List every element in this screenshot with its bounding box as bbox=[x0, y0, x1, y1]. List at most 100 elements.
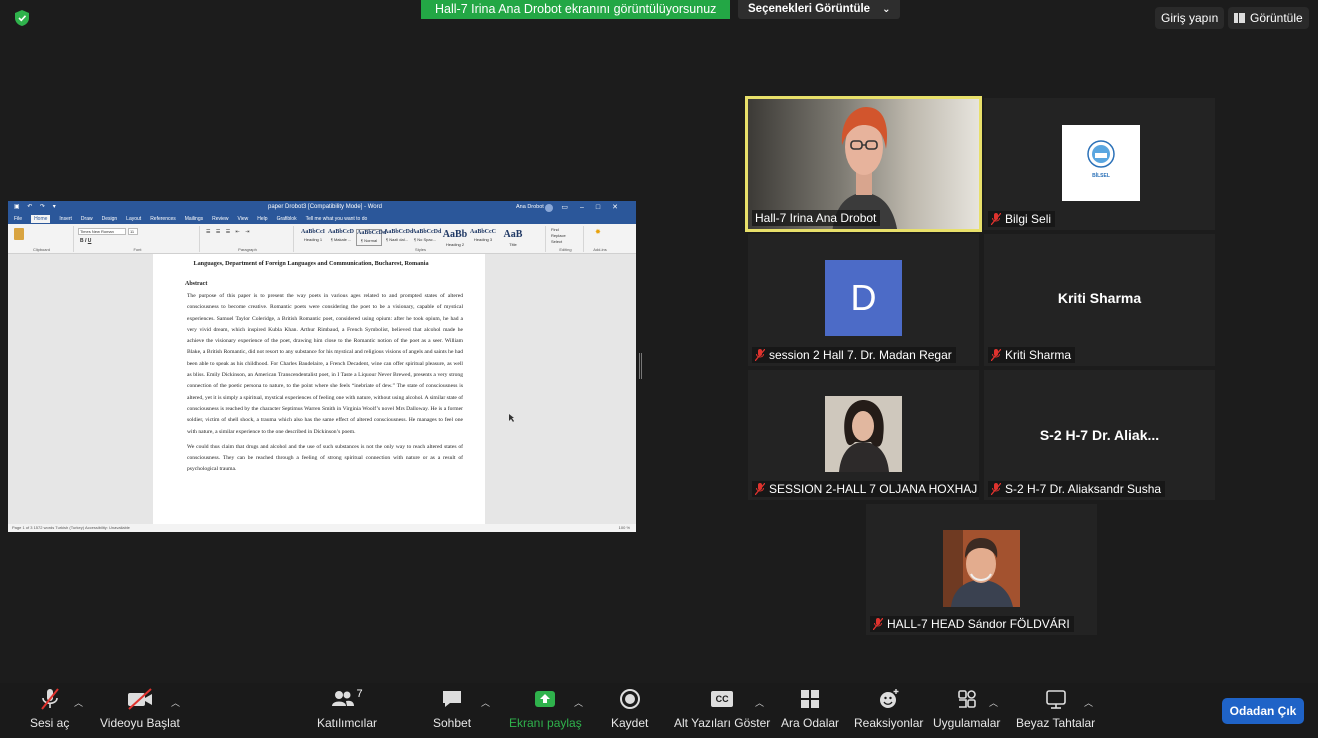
tab-help[interactable]: Help bbox=[257, 216, 267, 222]
participant-tile-bilgi-seli[interactable]: BİLSEL Bilgi Seli bbox=[984, 98, 1215, 230]
share-screen-button[interactable]: Ekranı paylaş bbox=[509, 688, 582, 730]
font-name-select[interactable]: Times New Roman bbox=[78, 228, 126, 235]
participant-name-label: session 2 Hall 7. Dr. Madan Regar bbox=[769, 348, 952, 362]
split-view-divider[interactable] bbox=[639, 353, 642, 379]
shared-screen[interactable]: ▣ ↶ ↷ ▾ paper Drobot3 [Compatibility Mod… bbox=[8, 201, 636, 532]
style-makale[interactable]: AaBbCcD ¶ Makale ... bbox=[328, 229, 354, 246]
participant-tile-kriti-sharma[interactable]: Kriti Sharma Kriti Sharma bbox=[984, 234, 1215, 366]
mouse-cursor-icon bbox=[509, 414, 514, 422]
font-group-label: Font bbox=[133, 247, 142, 252]
style-heading-1[interactable]: AaBbCcI Heading 1 bbox=[300, 229, 326, 246]
sign-in-button[interactable]: Giriş yapın bbox=[1155, 7, 1225, 29]
bold-icon[interactable]: B I U bbox=[80, 238, 91, 244]
participant-photo bbox=[943, 530, 1020, 607]
show-captions-button[interactable]: CC Alt Yazıları Göster bbox=[674, 688, 770, 730]
tab-mailings[interactable]: Mailings bbox=[185, 216, 203, 222]
tab-insert[interactable]: Insert bbox=[59, 216, 72, 222]
reactions-button[interactable]: Reaksiyonlar bbox=[854, 688, 923, 730]
word-ribbon: Clipboard Times New Roman 11 B I U Font … bbox=[8, 224, 636, 254]
participant-photo bbox=[825, 396, 902, 472]
tab-references[interactable]: References bbox=[150, 216, 176, 222]
paste-icon[interactable] bbox=[14, 228, 24, 240]
audio-options-chevron-icon[interactable]: ︿ bbox=[74, 696, 83, 709]
font-size-select[interactable]: 11 bbox=[128, 228, 138, 235]
tab-file[interactable]: File bbox=[14, 216, 22, 222]
muted-mic-icon bbox=[991, 483, 1001, 495]
styles-group-label: Styles bbox=[415, 247, 426, 252]
share-options-chevron-icon[interactable]: ︿ bbox=[574, 696, 583, 709]
tab-review[interactable]: Review bbox=[212, 216, 228, 222]
select-button[interactable]: Select bbox=[551, 239, 566, 245]
participant-name-label: HALL-7 HEAD Sándor FÖLDVÁRI bbox=[887, 617, 1070, 631]
tell-me-search[interactable]: Tell me what you want to do bbox=[306, 216, 368, 222]
chat-label: Sohbet bbox=[433, 716, 472, 730]
style-no-spacing[interactable]: AaBbCcDd ¶ No Spac... bbox=[412, 229, 441, 246]
apps-options-chevron-icon[interactable]: ︿ bbox=[989, 696, 998, 709]
zoom-level[interactable]: 100 % bbox=[619, 524, 630, 532]
style-heading-2[interactable]: AaBb Heading 2 bbox=[442, 229, 468, 247]
leave-meeting-button[interactable]: Odadan Çık bbox=[1222, 698, 1304, 724]
tab-layout[interactable]: Layout bbox=[126, 216, 141, 222]
view-label: Görüntüle bbox=[1250, 11, 1303, 25]
window-controls-icons[interactable]: ▭–□✕ bbox=[561, 201, 630, 214]
vertical-scrollbar[interactable] bbox=[626, 254, 636, 524]
participant-name-tag: HALL-7 HEAD Sándor FÖLDVÁRI bbox=[870, 616, 1074, 632]
style-normal[interactable]: AaBbCcDd ¶ Normal bbox=[356, 229, 386, 246]
tab-design[interactable]: Design bbox=[102, 216, 118, 222]
chat-button[interactable]: Sohbet bbox=[433, 688, 471, 730]
participant-tile-madan-regar[interactable]: D session 2 Hall 7. Dr. Madan Regar bbox=[748, 234, 979, 366]
view-options-button[interactable]: Seçenekleri Görüntüle ⌄ bbox=[738, 0, 901, 19]
style-label: ¶ Nazli dal... bbox=[386, 237, 408, 242]
style-nazli[interactable]: AaBbCcDd ¶ Nazli dal... bbox=[384, 229, 413, 246]
participant-name-label: Kriti Sharma bbox=[1005, 348, 1072, 362]
unmute-button[interactable]: Sesi aç bbox=[30, 688, 69, 730]
tab-view[interactable]: View bbox=[238, 216, 249, 222]
style-label: Heading 1 bbox=[303, 237, 323, 242]
tab-grafiblok[interactable]: Grafiblok bbox=[277, 216, 297, 222]
style-sample: AaBbCcI bbox=[300, 229, 325, 235]
style-title[interactable]: AaB Title bbox=[500, 229, 526, 247]
font-group: Times New Roman 11 B I U Font bbox=[76, 226, 200, 252]
participant-tile-aliaksandr-susha[interactable]: S-2 H-7 Dr. Aliak... S-2 H-7 Dr. Aliaksa… bbox=[984, 370, 1215, 500]
view-button[interactable]: Görüntüle bbox=[1228, 7, 1309, 29]
participant-tile-sandor-foldvari[interactable]: HALL-7 HEAD Sándor FÖLDVÁRI bbox=[866, 504, 1097, 635]
user-avatar bbox=[545, 204, 553, 212]
quick-access-icons[interactable]: ▣ ↶ ↷ ▾ bbox=[14, 201, 59, 214]
document-area[interactable]: Languages, Department of Foreign Languag… bbox=[8, 254, 636, 524]
breakout-rooms-label: Ara Odalar bbox=[781, 716, 840, 730]
document-page[interactable]: Languages, Department of Foreign Languag… bbox=[153, 254, 485, 524]
captions-options-chevron-icon[interactable]: ︿ bbox=[755, 696, 764, 709]
whiteboards-button[interactable]: Beyaz Tahtalar bbox=[1016, 688, 1095, 730]
paragraph-group-label: Paragraph bbox=[238, 247, 257, 252]
breakout-rooms-button[interactable]: Ara Odalar bbox=[781, 688, 839, 730]
participant-tile-oljana-hoxhaj[interactable]: SESSION 2-HALL 7 OLJANA HOXHAJ bbox=[748, 370, 979, 500]
person-photo-icon bbox=[825, 396, 902, 472]
participant-name-label: Hall-7 Irina Ana Drobot bbox=[752, 210, 881, 226]
participants-button[interactable]: 7 Katılımcılar bbox=[317, 688, 377, 730]
record-icon bbox=[619, 689, 640, 709]
participant-tile-irina[interactable]: Hall-7 Irina Ana Drobot bbox=[745, 96, 982, 232]
breakout-rooms-icon bbox=[801, 690, 820, 708]
tab-home[interactable]: Home bbox=[31, 215, 51, 223]
participants-label: Katılımcılar bbox=[317, 716, 378, 730]
whiteboard-options-chevron-icon[interactable]: ︿ bbox=[1084, 696, 1093, 709]
addins-group-label: Add-ins bbox=[593, 247, 607, 252]
show-captions-label: Alt Yazıları Göster bbox=[674, 716, 771, 730]
style-sample: AaB bbox=[503, 229, 523, 240]
video-options-chevron-icon[interactable]: ︿ bbox=[171, 696, 180, 709]
style-sample: AaBbCcD bbox=[328, 229, 355, 235]
start-video-button[interactable]: Videoyu Başlat bbox=[100, 688, 180, 730]
tab-draw[interactable]: Draw bbox=[81, 216, 93, 222]
style-label: ¶ No Spac... bbox=[414, 237, 436, 242]
apps-button[interactable]: Uygulamalar bbox=[933, 688, 1000, 730]
record-button[interactable]: Kaydet bbox=[611, 688, 648, 730]
addins-icon[interactable]: ✸ bbox=[595, 228, 601, 236]
chat-options-chevron-icon[interactable]: ︿ bbox=[481, 696, 490, 709]
list-icons[interactable]: ☰ ☰ ☰ ⇤ ⇥ bbox=[206, 229, 251, 235]
participant-name-label: Bilgi Seli bbox=[1005, 212, 1052, 226]
style-heading-3[interactable]: AaBbCcC Heading 3 bbox=[470, 229, 496, 246]
security-shield-icon[interactable] bbox=[14, 9, 30, 27]
reactions-label: Reaksiyonlar bbox=[854, 716, 924, 730]
share-screen-label: Ekranı paylaş bbox=[509, 716, 582, 730]
word-ribbon-tabs: File Home Insert Draw Design Layout Refe… bbox=[8, 214, 636, 224]
